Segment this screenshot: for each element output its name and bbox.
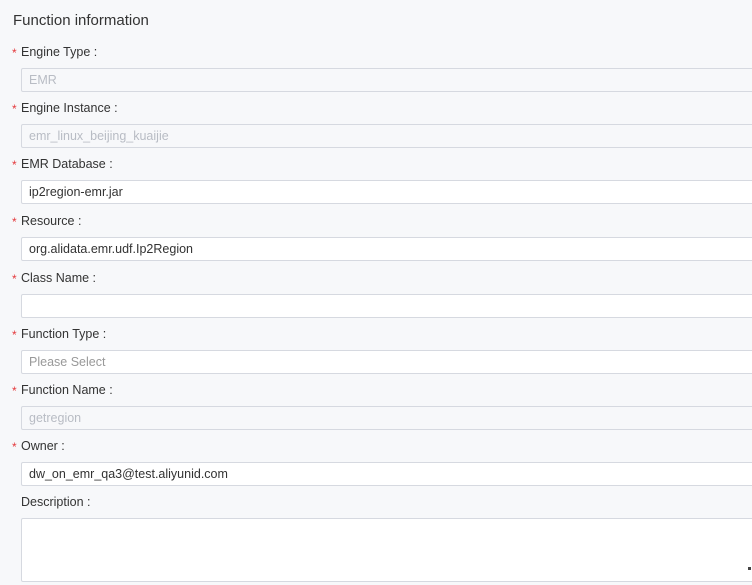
required-marker: * <box>12 440 17 454</box>
description-label: Description : <box>21 495 91 509</box>
required-marker: * <box>12 215 17 229</box>
class-name-label: Class Name : <box>21 271 97 285</box>
emr-database-label: EMR Database : <box>21 157 113 171</box>
function-type-select[interactable]: Please Select <box>21 350 752 374</box>
function-name-input: getregion <box>21 406 752 430</box>
required-marker: * <box>12 158 17 172</box>
required-marker: * <box>12 272 17 286</box>
engine-instance-label: Engine Instance : <box>21 101 118 115</box>
engine-type-input: EMR <box>21 68 752 92</box>
resource-input[interactable]: org.alidata.emr.udf.Ip2Region <box>21 237 752 261</box>
function-name-label: Function Name : <box>21 383 113 397</box>
required-marker: * <box>12 102 17 116</box>
resource-label: Resource : <box>21 214 82 228</box>
required-marker: * <box>12 384 17 398</box>
function-type-label: Function Type : <box>21 327 107 341</box>
owner-input[interactable]: dw_on_emr_qa3@test.aliyunid.com <box>21 462 752 486</box>
engine-instance-input: emr_linux_beijing_kuaijie <box>21 124 752 148</box>
description-textarea[interactable] <box>21 518 752 582</box>
owner-label: Owner : <box>21 439 65 453</box>
emr-database-input[interactable]: ip2region-emr.jar <box>21 180 752 204</box>
required-marker: * <box>12 46 17 60</box>
function-info-panel: Function information * Engine Type : EMR… <box>0 0 752 585</box>
engine-type-label: Engine Type : <box>21 45 98 59</box>
resize-handle-icon[interactable] <box>748 567 751 570</box>
required-marker: * <box>12 328 17 342</box>
section-title: Function information <box>13 12 149 29</box>
class-name-input[interactable] <box>21 294 752 318</box>
